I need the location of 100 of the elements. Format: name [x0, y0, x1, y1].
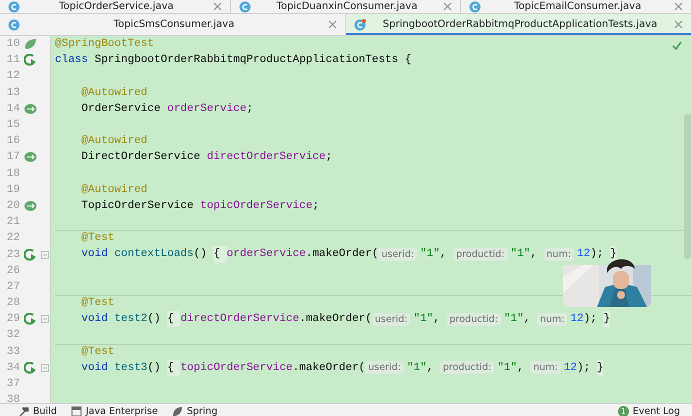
leaf-icon — [24, 38, 36, 50]
line-number: 33 — [6, 346, 20, 358]
check-icon — [672, 41, 682, 50]
bean-icon — [24, 102, 36, 115]
code-token: "1" — [406, 360, 427, 376]
code-token: test2 — [114, 312, 148, 328]
code-token: @Autowired — [81, 182, 148, 198]
code-token: , — [517, 360, 525, 376]
code-token: , — [530, 247, 538, 262]
editor-tab[interactable]: SpringbootOrderRabbitmqProductApplicationTests.java — [346, 14, 692, 35]
line-number: 38 — [6, 394, 20, 403]
close-icon — [674, 20, 683, 29]
code-token: ); — [584, 312, 598, 328]
bean-icon — [24, 200, 36, 212]
code-token: orderService — [226, 247, 306, 262]
code-token: DirectOrderService — [81, 150, 202, 166]
editor-tab[interactable]: TopicDuanxinConsumer.java — [230, 0, 462, 13]
close-icon — [328, 20, 337, 29]
line-number: 16 — [6, 135, 20, 148]
code-token: .makeOrder( — [299, 312, 372, 328]
code-token: @Test — [81, 231, 114, 246]
code-token: topicOrderService — [180, 360, 293, 376]
code-token: void — [81, 312, 109, 328]
close-icon — [674, 2, 684, 11]
bean-icon — [24, 151, 36, 164]
line-number: 17 — [6, 151, 20, 164]
line-number: 12 — [6, 70, 20, 82]
class-icon — [469, 0, 482, 12]
code-token: 12 — [570, 312, 584, 328]
line-number: 32 — [6, 329, 20, 342]
run-icon — [24, 362, 36, 374]
code-token: "1" — [497, 360, 518, 376]
parameter-hint: num: — [530, 361, 561, 374]
code-token: , — [524, 312, 532, 328]
code-token: ); — [590, 247, 604, 262]
parameter-hint: num: — [544, 248, 574, 262]
code-token: .makeOrder( — [306, 247, 378, 262]
folded-brace: { — [213, 246, 227, 263]
line-number: 14 — [6, 102, 20, 115]
code-token: orderService — [167, 102, 246, 117]
code-token: .makeOrder( — [292, 360, 366, 376]
line-number: 21 — [6, 216, 20, 228]
line-number: 11 — [6, 54, 20, 66]
line-number: 28 — [6, 297, 20, 310]
code-token: 12 — [577, 247, 590, 262]
line-number: 20 — [6, 200, 20, 212]
code-token: () — [194, 247, 208, 262]
tool-window-button[interactable]: Java Enterprise — [70, 404, 158, 416]
code-token: @Autowired — [81, 86, 148, 101]
class-icon — [8, 0, 20, 12]
code-token: "1" — [413, 312, 434, 328]
code-token: void — [81, 247, 109, 262]
parameter-hint: productid: — [440, 361, 494, 374]
code-token: @Test — [81, 344, 114, 360]
parameter-hint: userid: — [378, 248, 418, 262]
code-token: () — [147, 312, 162, 328]
code-token: , — [426, 360, 434, 376]
code-token: @Autowired — [81, 134, 148, 150]
code-token: "1" — [504, 312, 524, 328]
hammer-icon — [18, 406, 29, 416]
parameter-hint: productid: — [453, 248, 508, 262]
code-token: ; — [246, 102, 254, 117]
folded-brace: { — [167, 311, 180, 328]
code-token: void — [81, 360, 109, 376]
window-icon — [70, 406, 82, 416]
parameter-hint: userid: — [372, 312, 410, 326]
editor-tab[interactable]: TopicOrderService.java — [0, 0, 231, 13]
code-token: test3 — [114, 360, 148, 376]
tool-window-button[interactable]: Spring — [172, 404, 218, 416]
code-token: "1" — [510, 247, 530, 262]
code-token: , — [440, 247, 448, 262]
code-token: OrderService — [81, 102, 162, 117]
code-token: directOrderService — [180, 312, 300, 328]
line-number: 18 — [6, 168, 20, 180]
code-token: directOrderService — [206, 150, 326, 166]
line-number: 23 — [6, 248, 20, 261]
line-number: 37 — [6, 378, 20, 390]
close-icon — [443, 2, 452, 11]
line-number: 26 — [6, 264, 20, 277]
code-token: ); — [577, 360, 592, 376]
code-token: class — [55, 53, 90, 68]
folded-brace: } — [610, 246, 617, 263]
tool-window-button[interactable]: Build — [18, 404, 57, 416]
parameter-hint: num: — [536, 312, 568, 326]
code-token: @SpringBootTest — [55, 37, 154, 52]
event-count-badge: 1 — [618, 406, 629, 416]
line-number: 27 — [6, 280, 20, 293]
code-token: ; — [326, 150, 332, 166]
code-token: topicOrderService — [200, 198, 312, 214]
line-number: 15 — [6, 119, 20, 132]
event-log-button[interactable]: 1 Event Log — [618, 404, 680, 416]
line-number: 22 — [6, 232, 20, 244]
scrollbar-thumb[interactable] — [684, 114, 691, 259]
editor-tab[interactable]: TopicEmailConsumer.java — [461, 0, 692, 13]
code-token: "1" — [420, 247, 440, 262]
parameter-hint: userid: — [365, 361, 404, 374]
code-token: SpringbootOrderRabbitmqProductApplicationTests { — [94, 53, 412, 68]
code-token: () — [147, 360, 162, 376]
folded-brace: { — [167, 360, 180, 376]
code-token: 12 — [564, 360, 578, 376]
